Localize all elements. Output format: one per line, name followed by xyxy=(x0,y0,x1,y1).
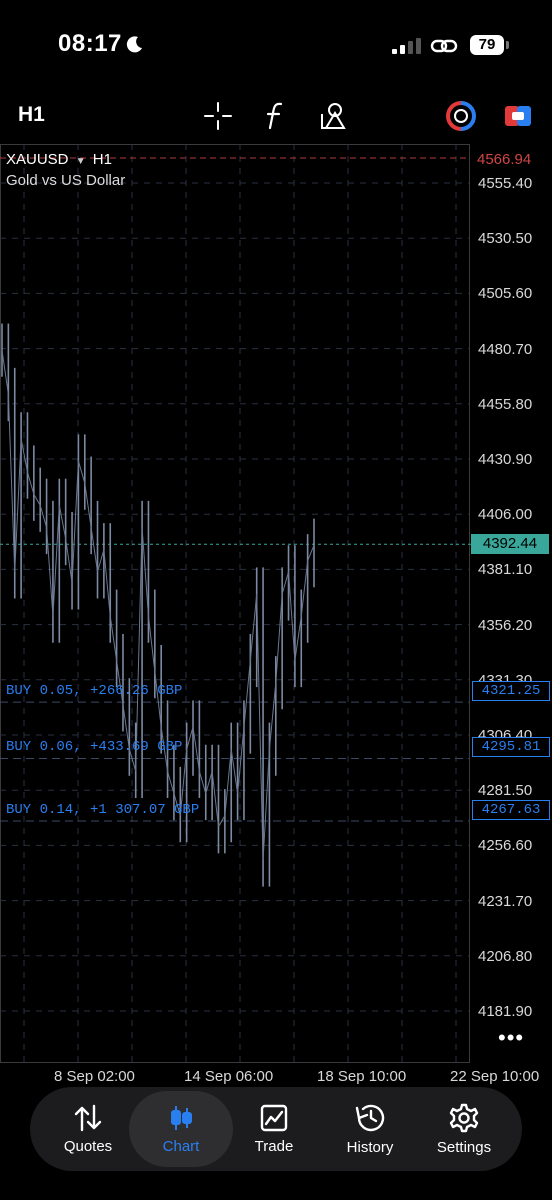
history-icon xyxy=(355,1104,385,1131)
nav-label: Quotes xyxy=(63,1137,113,1155)
price-segment xyxy=(58,505,67,539)
position-price-label: 4295.81 xyxy=(472,737,550,757)
price-segment xyxy=(268,682,277,750)
price-axis-label: 4505.60 xyxy=(478,285,533,303)
price-segment xyxy=(256,593,264,861)
nav-quotes[interactable]: Quotes xyxy=(40,1087,136,1171)
position-label[interactable]: BUY 0.06, +433.69 GBP xyxy=(6,739,182,755)
signal-icon xyxy=(392,38,421,54)
trade-icon[interactable] xyxy=(502,100,534,132)
price-segment xyxy=(141,527,149,617)
chart-symbol[interactable]: XAUUSD ▼ H1 xyxy=(6,151,112,168)
price-axis-label: 4480.70 xyxy=(478,340,533,358)
price-segment xyxy=(147,616,156,672)
price-segment xyxy=(52,505,60,617)
price-segment xyxy=(198,771,207,794)
position-label[interactable]: BUY 0.14, +1 307.07 GBP xyxy=(6,802,199,818)
price-segment xyxy=(65,538,73,583)
position-label[interactable]: BUY 0.05, +266.26 GBP xyxy=(6,683,182,699)
price-axis-label: 4181.90 xyxy=(478,1003,533,1020)
ask-price-label: 4566.94 xyxy=(477,151,532,168)
price-segment xyxy=(103,549,111,617)
quotes-icon xyxy=(74,1104,102,1131)
price-axis-label: 4256.60 xyxy=(478,837,533,855)
price-segment xyxy=(1,350,9,395)
moon-icon xyxy=(126,36,142,53)
price-segment xyxy=(275,593,283,683)
status-time: 08:17 xyxy=(58,30,122,57)
nav-label: Chart xyxy=(162,1137,200,1155)
price-segment xyxy=(262,749,270,861)
chart-frame xyxy=(0,144,470,1063)
one-click-trading-icon[interactable] xyxy=(445,100,477,132)
nav-label: Trade xyxy=(254,1137,294,1155)
price-axis-label: 4381.10 xyxy=(478,561,533,579)
battery-cap xyxy=(506,41,509,49)
trade-chart-icon xyxy=(260,1104,288,1131)
price-chart[interactable] xyxy=(0,144,552,1064)
price-axis-label: 4206.80 xyxy=(478,947,533,965)
symbol-timeframe: H1 xyxy=(92,151,112,168)
price-segment xyxy=(97,549,105,572)
symbol-name: XAUUSD xyxy=(6,151,69,168)
link-icon xyxy=(430,39,458,53)
position-price-label: 4321.25 xyxy=(472,681,550,701)
price-segment xyxy=(90,527,99,572)
price-segment xyxy=(237,726,245,794)
price-axis-label: 4231.70 xyxy=(478,892,533,910)
indicators-icon[interactable] xyxy=(259,100,291,132)
time-axis-label: 14 Sep 06:00 xyxy=(184,1068,274,1085)
timeframe-button[interactable]: H1 xyxy=(18,103,45,127)
time-axis-label: 18 Sep 10:00 xyxy=(317,1068,407,1085)
price-segment xyxy=(186,726,194,750)
nav-trade[interactable]: Trade xyxy=(226,1087,322,1171)
price-axis-label: 4430.90 xyxy=(478,451,533,468)
price-segment xyxy=(77,460,86,484)
nav-history[interactable]: History xyxy=(322,1087,418,1171)
price-segment xyxy=(71,460,79,583)
price-segment xyxy=(135,527,143,772)
price-segment xyxy=(26,471,35,495)
price-segment xyxy=(294,616,302,661)
price-segment xyxy=(20,438,28,473)
price-axis-label: 4356.20 xyxy=(478,616,533,634)
price-axis-label: 4406.00 xyxy=(478,506,533,524)
symbol-description: Gold vs US Dollar xyxy=(6,172,126,189)
price-segment xyxy=(39,505,48,528)
price-segment xyxy=(7,394,16,572)
position-price-label: 4267.63 xyxy=(472,800,550,820)
price-axis-label: 4455.80 xyxy=(478,395,533,413)
price-segment xyxy=(46,527,54,617)
price-segment xyxy=(230,749,239,794)
candlestick-icon xyxy=(171,1105,192,1130)
price-segment xyxy=(109,616,118,661)
price-segment xyxy=(224,749,232,816)
nav-chart[interactable]: Chart xyxy=(129,1091,233,1167)
bottom-nav: Quotes Chart Trade History Settings xyxy=(30,1087,522,1171)
more-icon[interactable]: ••• xyxy=(498,1025,524,1051)
price-segment xyxy=(307,545,315,561)
price-segment xyxy=(211,771,219,827)
current-price-label: 4392.44 xyxy=(471,534,549,554)
battery-icon: 79 xyxy=(470,35,504,55)
price-segment xyxy=(281,571,290,595)
objects-icon[interactable] xyxy=(317,100,349,132)
price-segment xyxy=(192,726,200,772)
price-segment xyxy=(243,660,251,728)
symbol-dropdown-icon[interactable]: ▼ xyxy=(76,156,86,167)
settings-icon xyxy=(449,1103,479,1132)
crosshair-icon[interactable] xyxy=(202,100,234,132)
price-segment xyxy=(249,593,258,661)
nav-label: Settings xyxy=(436,1138,492,1156)
price-segment xyxy=(33,493,41,506)
price-axis-label: 4281.50 xyxy=(478,782,533,800)
price-axis-label: 4555.40 xyxy=(478,175,533,192)
price-axis-label: 4530.50 xyxy=(478,230,533,248)
nav-settings[interactable]: Settings xyxy=(416,1087,512,1171)
nav-label: History xyxy=(346,1138,394,1156)
time-axis-label: 8 Sep 02:00 xyxy=(54,1068,135,1085)
price-segment xyxy=(84,483,92,528)
time-axis-label: 22 Sep 10:00 xyxy=(450,1068,540,1085)
